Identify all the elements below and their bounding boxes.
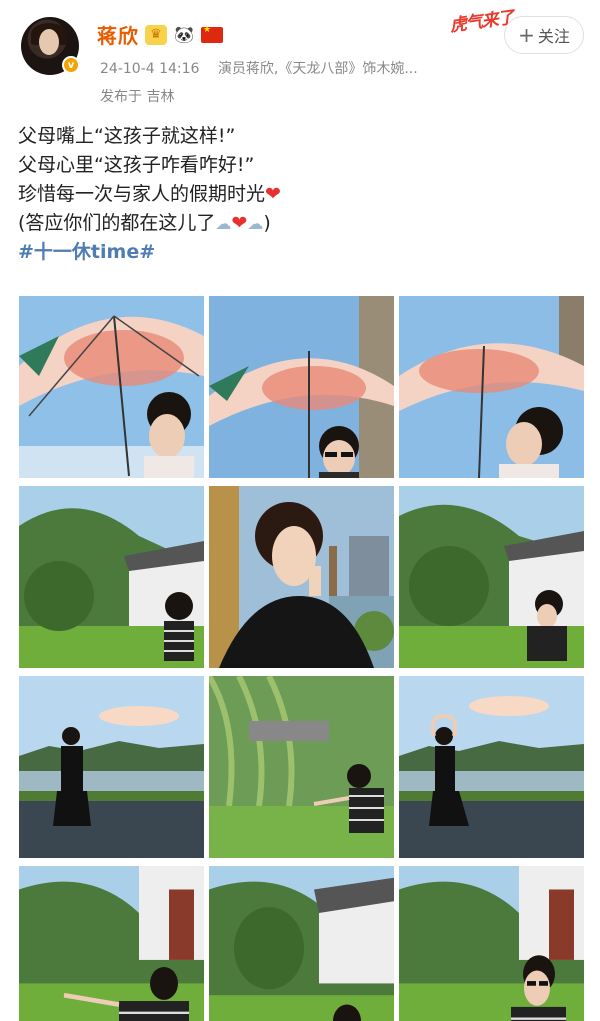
photo-umbrella-closeup[interactable]	[19, 296, 204, 478]
user-name[interactable]: 蒋欣	[97, 20, 139, 49]
cloud-icon: ☁	[215, 214, 232, 233]
panda-icon: 🐼	[174, 25, 194, 44]
name-row: 蒋欣 ♛ 🐼	[97, 20, 223, 49]
post-content: 父母嘴上“这孩子就这样!” 父母心里“这孩子咋看咋好!” 珍惜每一次与家人的假期…	[18, 122, 588, 267]
photo-portrait-lake-pagoda[interactable]	[209, 486, 394, 668]
content-line-4-close: )	[263, 212, 271, 234]
hashtag-link[interactable]: #十一休time#	[18, 238, 588, 267]
content-line-1: 父母嘴上“这孩子就这样!”	[18, 125, 236, 147]
photo-garden-sunglasses[interactable]	[399, 866, 584, 1021]
china-flag-icon	[201, 25, 223, 43]
photo-willow-garden[interactable]	[209, 676, 394, 858]
post-date: 24-10-4 14:16	[100, 61, 200, 77]
photo-umbrella-profile[interactable]	[399, 296, 584, 478]
content-line-2: 父母心里“这孩子咋看咋好!”	[18, 154, 255, 176]
photo-garden-bench[interactable]	[19, 486, 204, 668]
post-location: 发布于 吉林	[100, 89, 175, 105]
photo-grid	[19, 296, 584, 1021]
follow-label: 关注	[537, 27, 570, 46]
post-meta: 24-10-4 14:16 演员蒋欣,《天龙八部》饰木婉...	[100, 58, 432, 78]
post-source: 演员蒋欣,《天龙八部》饰木婉...	[217, 61, 418, 77]
photo-umbrella-sunglasses[interactable]	[209, 296, 394, 478]
heart-icon: ❤	[265, 183, 281, 205]
photo-garden-crouch[interactable]	[209, 866, 394, 1021]
crown-icon: ♛	[145, 24, 167, 45]
post-header: v 蒋欣 ♛ 🐼 24-10-4 14:16 演员蒋欣,《天龙八部》饰木婉...…	[0, 0, 600, 118]
content-line-4-text: (答应你们的都在这儿了	[18, 212, 216, 234]
photo-wall-heart-pose[interactable]	[399, 676, 584, 858]
plus-icon: +	[518, 23, 535, 47]
photo-wall-sitting[interactable]	[19, 676, 204, 858]
content-line-3: 珍惜每一次与家人的假期时光❤	[18, 180, 588, 209]
avatar-face	[39, 29, 59, 55]
photo-garden-wave[interactable]	[19, 866, 204, 1021]
content-line-3-text: 珍惜每一次与家人的假期时光	[18, 183, 266, 205]
follow-button[interactable]: + 关注	[504, 16, 584, 54]
content-line-4: (答应你们的都在这儿了☁❤☁)	[18, 209, 588, 238]
cloud-icon: ☁	[247, 214, 264, 233]
verified-badge-icon: v	[62, 56, 80, 74]
photo-garden-bench-2[interactable]	[399, 486, 584, 668]
heart-icon: ❤	[231, 212, 248, 234]
